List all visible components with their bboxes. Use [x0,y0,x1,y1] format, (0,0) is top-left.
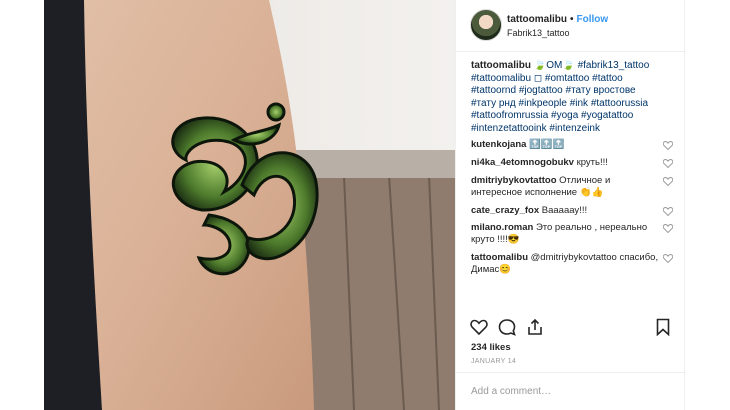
tattoo-photo-image [44,0,455,410]
caption-line: #intenzetattooink #intenzeink [471,122,600,134]
post-photo[interactable] [44,0,455,410]
heart-icon[interactable] [663,159,673,168]
comment-item: dmitriybykovtattoo Отличное и интересное… [471,175,683,205]
post-header: tattoomalibu • Follow Fabrik13_tattoo [456,0,686,52]
add-comment-placeholder: Add a comment… [471,386,552,397]
heart-icon[interactable] [663,207,673,216]
comment-list: kutenkojana 🔝🔝🔝 ni4ka_4etomnogobukv крут… [471,139,683,282]
heart-icon[interactable] [663,224,673,233]
comment-username[interactable]: ni4ka_4etomnogobukv [471,157,574,168]
comment-username[interactable]: kutenkojana [471,139,526,150]
comment-bubble-icon[interactable] [498,318,516,336]
post-actions [470,318,672,336]
username-link[interactable]: tattoomalibu [507,14,567,25]
comment-item: milano.roman Это реально , нереально кру… [471,222,683,252]
heart-icon[interactable] [470,318,488,336]
caption-line: #тату рнд #inkpeople #ink #tattoorussia [471,97,649,109]
heart-icon[interactable] [663,254,673,263]
avatar[interactable] [470,9,502,41]
heart-icon[interactable] [663,177,673,186]
caption-line: #tattoomalibu ◻ #omtattoo #tattoo [471,72,623,84]
header-user-line: tattoomalibu • Follow [507,14,608,25]
comment-text: Вааааау!!! [541,205,588,216]
caption-line: 🍃OM🍃 #fabrik13_tattoo [533,60,650,71]
post-details-panel: tattoomalibu • Follow Fabrik13_tattoo tatt… [455,0,686,410]
comment-username[interactable]: tattoomalibu [471,252,528,263]
comment-item: tattoomalibu @dmitriybykovtattoo спасибо… [471,252,683,282]
caption-line: #tattoofromrussia #yoga #yogatattoo [471,110,634,121]
comment-username[interactable]: dmitriybykovtattoo [471,175,557,186]
caption-username[interactable]: tattoomalibu [471,60,531,71]
comment-item: ni4ka_4etomnogobukv круть!!! [471,157,683,175]
comment-username[interactable]: milano.roman [471,222,533,233]
comment-text: круть!!! [576,157,608,168]
add-comment-field[interactable]: Add a comment… [456,372,686,410]
comment-text: 🔝🔝🔝 [529,139,565,150]
bookmark-icon[interactable] [654,318,672,336]
likes-count[interactable]: 234 likes [471,342,511,353]
comment-item: cate_crazy_fox Вааааау!!! [471,205,683,222]
caption: tattoomalibu 🍃OM🍃 #fabrik13_tattoo #tatt… [471,60,676,135]
follow-button[interactable]: Follow [577,14,609,25]
location-link[interactable]: Fabrik13_tattoo [507,28,570,38]
comment-item: kutenkojana 🔝🔝🔝 [471,139,683,157]
share-icon[interactable] [526,318,544,336]
post-date: JANUARY 14 [471,358,517,365]
comment-username[interactable]: cate_crazy_fox [471,205,539,216]
caption-line: #tattoornd #jogtattoo #тату вростове [471,85,636,96]
separator-dot: • [570,14,574,25]
heart-icon[interactable] [663,141,673,150]
